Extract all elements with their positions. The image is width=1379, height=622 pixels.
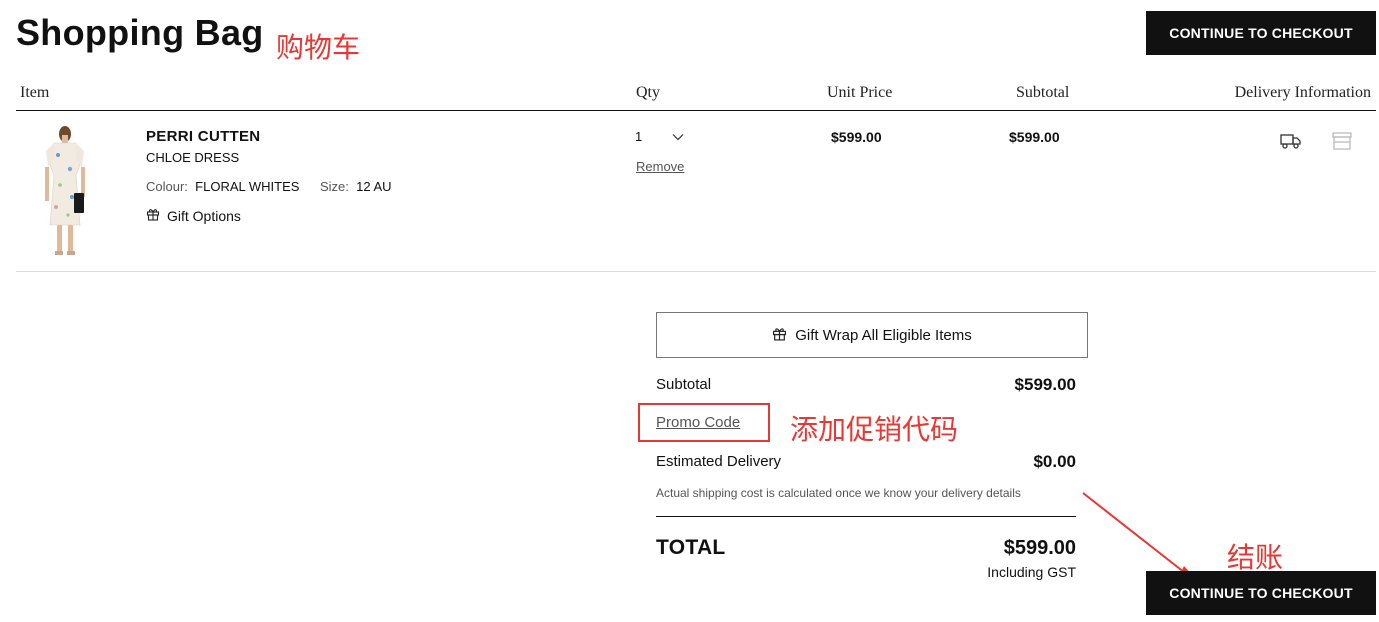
gift-icon: [146, 207, 160, 224]
gst-note: Including GST: [987, 564, 1076, 580]
size-value: 12 AU: [356, 179, 392, 194]
colour-label: Colour:: [146, 179, 188, 194]
item-divider: [16, 271, 1376, 272]
colour-value: FLORAL WHITES: [195, 179, 300, 194]
product-name[interactable]: CHLOE DRESS: [146, 150, 239, 165]
gift-wrap-all-button[interactable]: Gift Wrap All Eligible Items: [656, 312, 1088, 358]
continue-to-checkout-button-bottom[interactable]: CONTINUE TO CHECKOUT: [1146, 571, 1376, 615]
quantity-select[interactable]: 1: [635, 129, 684, 144]
line-subtotal: $599.00: [1009, 129, 1060, 145]
size-label: Size:: [320, 179, 349, 194]
gift-options-label: Gift Options: [167, 207, 241, 224]
summary-subtotal-value: $599.00: [1014, 375, 1076, 394]
column-header-delivery: Delivery Information: [1234, 84, 1371, 101]
header-divider: [16, 110, 1376, 111]
column-header-unit-price: Unit Price: [827, 84, 893, 101]
remove-item-link[interactable]: Remove: [636, 159, 684, 174]
page-title: Shopping Bag: [16, 12, 264, 53]
total-label: TOTAL: [656, 536, 726, 559]
shipping-note: Actual shipping cost is calculated once …: [656, 486, 1021, 500]
store-icon[interactable]: [1331, 129, 1353, 156]
gift-icon: [772, 326, 787, 345]
quantity-value: 1: [635, 129, 643, 144]
column-header-item: Item: [20, 84, 50, 101]
product-size: Size: 12 AU: [320, 179, 392, 194]
continue-to-checkout-button-top[interactable]: CONTINUE TO CHECKOUT: [1146, 11, 1376, 55]
column-header-subtotal: Subtotal: [1016, 84, 1070, 101]
product-image[interactable]: [36, 125, 94, 257]
total-value: $599.00: [1003, 537, 1076, 559]
unit-price: $599.00: [831, 129, 882, 145]
truck-icon[interactable]: [1280, 132, 1302, 155]
chevron-down-icon: [672, 129, 684, 144]
annotation-checkout: 结账: [1227, 541, 1284, 574]
total-divider: [656, 516, 1076, 517]
gift-wrap-label: Gift Wrap All Eligible Items: [795, 326, 972, 344]
gift-options-link[interactable]: Gift Options: [146, 207, 241, 224]
column-header-qty: Qty: [636, 84, 660, 101]
annotation-promo: 添加促销代码: [790, 413, 959, 446]
promo-code-link[interactable]: Promo Code: [656, 414, 740, 431]
product-brand[interactable]: PERRI CUTTEN: [146, 128, 260, 145]
annotation-cart: 购物车: [276, 31, 361, 64]
product-colour: Colour: FLORAL WHITES: [146, 179, 299, 194]
estimated-delivery-value: $0.00: [1033, 452, 1076, 471]
estimated-delivery-label: Estimated Delivery: [656, 453, 782, 470]
summary-subtotal-label: Subtotal: [656, 376, 712, 393]
